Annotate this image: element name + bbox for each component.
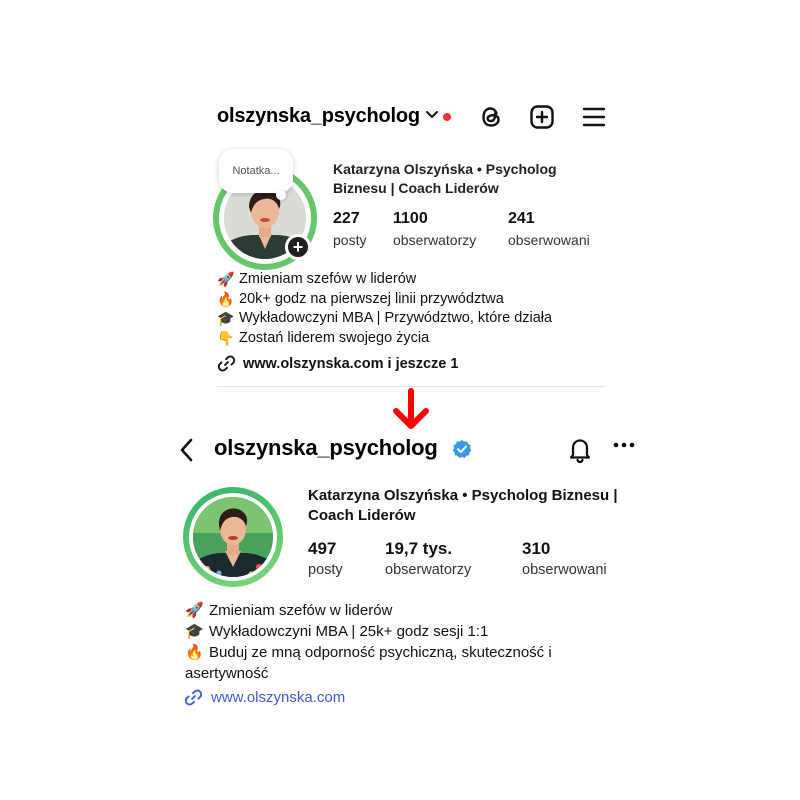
rocket-icon: 🚀 bbox=[217, 271, 235, 287]
bio-line: 🚀 Zmieniam szefów w liderów bbox=[217, 270, 552, 290]
stat-value: 1100 bbox=[393, 210, 428, 227]
stat-label: posty bbox=[308, 562, 343, 578]
display-name: Katarzyna Olszyńska • Psycholog Biznesu … bbox=[333, 161, 557, 196]
bio-line: 🔥 20k+ godz na pierwszej linii przywództ… bbox=[217, 290, 552, 310]
rocket-icon: 🚀 bbox=[185, 602, 204, 619]
verified-badge-icon bbox=[452, 439, 472, 459]
stat-value: 497 bbox=[308, 539, 337, 558]
display-name: Katarzyna Olszyńska • Psycholog Biznesu … bbox=[308, 487, 618, 524]
bio-text: Wykładowczyni MBA | Przywództwo, które d… bbox=[239, 310, 553, 326]
stat-label: obserwowani bbox=[522, 562, 607, 578]
graduation-cap-icon: 🎓 bbox=[185, 623, 204, 640]
bio: 🚀 Zmieniam szefów w liderów 🎓 Wykładowczyn… bbox=[185, 600, 625, 684]
bio-text: Zmieniam szefów w liderów bbox=[209, 602, 393, 619]
stat-value: 310 bbox=[522, 539, 551, 558]
chevron-left-icon[interactable] bbox=[178, 437, 196, 463]
fire-icon: 🔥 bbox=[217, 290, 235, 307]
stat-label: obserwowani bbox=[508, 232, 590, 248]
plus-square-icon[interactable] bbox=[529, 104, 555, 130]
bio-text: Zostań liderem swojego życia bbox=[239, 329, 430, 346]
bio-text: Zmieniam szefów w liderów bbox=[239, 271, 417, 287]
threads-icon[interactable] bbox=[478, 104, 504, 130]
stat-posts[interactable]: 497 posty bbox=[308, 538, 343, 581]
bio-text: Buduj ze mną odporność psychiczną, skute… bbox=[185, 644, 552, 682]
bell-icon[interactable] bbox=[567, 436, 593, 464]
profile-link[interactable]: www.olszynska.com bbox=[184, 688, 345, 707]
profile-link[interactable]: www.olszynska.com i jeszcze 1 bbox=[217, 354, 458, 373]
old-username[interactable]: olszynska_psycholog bbox=[217, 105, 420, 128]
stat-following[interactable]: 310 obserwowani bbox=[522, 538, 607, 581]
bio: 🚀 Zmieniam szefów w liderów 🔥 20k+ godz … bbox=[217, 270, 552, 348]
stat-followers[interactable]: 19,7 tys. obserwatorzy bbox=[385, 538, 471, 581]
stat-label: obserwatorzy bbox=[393, 232, 477, 248]
add-story-button[interactable]: + bbox=[285, 234, 311, 260]
stat-following[interactable]: 241 obserwowani bbox=[508, 209, 590, 250]
fire-icon: 🔥 bbox=[185, 644, 204, 661]
chevron-down-icon[interactable] bbox=[425, 110, 439, 120]
stat-label: obserwatorzy bbox=[385, 562, 472, 578]
red-dot-icon bbox=[443, 113, 451, 121]
stat-label: posty bbox=[333, 232, 367, 248]
bio-line: 🎓 Wykładowczyni MBA | Przywództwo, które… bbox=[217, 309, 552, 329]
bio-line: 🎓 Wykładowczyni MBA | 25k+ godz sesji 1:1 bbox=[185, 621, 625, 642]
link-text: www.olszynska.com i jeszcze 1 bbox=[243, 355, 459, 372]
avatar[interactable] bbox=[193, 497, 273, 577]
stat-posts[interactable]: 227 posty bbox=[333, 209, 366, 250]
note-bubble-tail bbox=[276, 190, 286, 200]
stat-followers[interactable]: 1100 obserwatorzy bbox=[393, 209, 476, 250]
more-horizontal-icon[interactable] bbox=[612, 440, 636, 450]
bio-line: 🔥 Buduj ze mną odporność psychiczną, skut… bbox=[185, 642, 625, 684]
bio-line: 👇 Zostań liderem swojego życia bbox=[217, 329, 552, 349]
down-arrow-icon bbox=[391, 387, 431, 438]
graduation-cap-icon: 🎓 bbox=[217, 310, 235, 326]
link-icon bbox=[184, 688, 203, 707]
hamburger-menu-icon[interactable] bbox=[582, 106, 606, 128]
bio-text: Wykładowczyni MBA | 25k+ godz sesji 1:1 bbox=[209, 623, 489, 640]
pointing-down-icon: 👇 bbox=[217, 329, 235, 346]
note-bubble[interactable]: Notatka... bbox=[219, 149, 293, 193]
new-username: olszynska_psycholog bbox=[214, 435, 438, 460]
link-icon bbox=[217, 354, 236, 373]
bio-line: 🚀 Zmieniam szefów w liderów bbox=[185, 600, 625, 621]
stat-value: 241 bbox=[508, 210, 535, 227]
bio-text: 20k+ godz na pierwszej linii przywództwa bbox=[239, 290, 504, 307]
link-text: www.olszynska.com bbox=[211, 689, 346, 706]
stat-value: 19,7 tys. bbox=[385, 539, 453, 558]
stat-value: 227 bbox=[333, 210, 360, 227]
